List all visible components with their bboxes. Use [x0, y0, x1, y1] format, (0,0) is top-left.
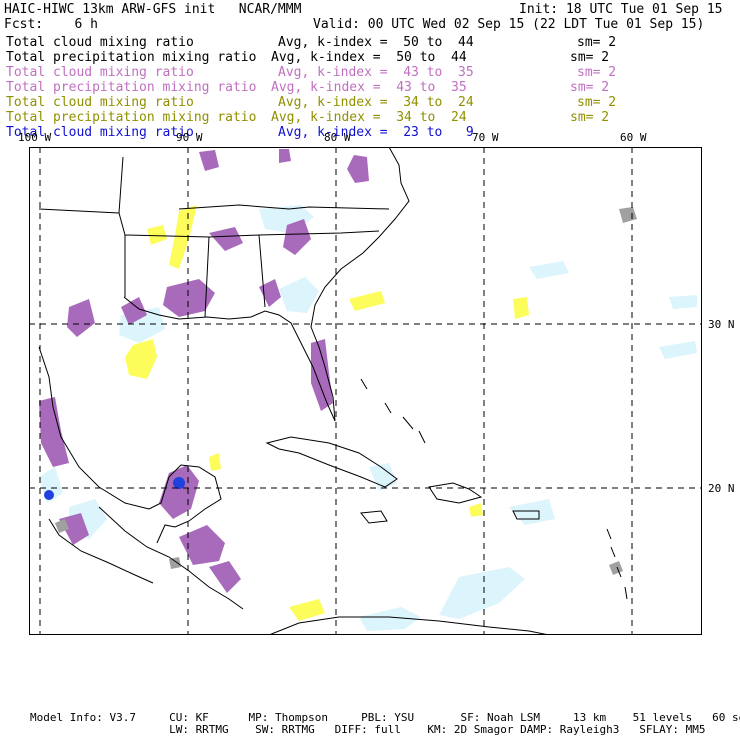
legend-stat-1: Avg, k-index = 50 to 44	[278, 35, 474, 50]
legend-stat-4: Avg, k-index = 43 to 35	[271, 80, 467, 95]
lon-label-60w: 60 W	[620, 131, 647, 144]
lon-label-70w: 70 W	[472, 131, 499, 144]
lon-label-80w: 80 W	[324, 131, 351, 144]
legend-stat-5: Avg, k-index = 34 to 24	[278, 95, 474, 110]
lat-label-20n: 20 N	[708, 482, 735, 495]
forecast-hour: Fcst: 6 h	[4, 17, 98, 32]
lat-lon-grid	[29, 147, 702, 635]
legend-name-5: Total cloud mixing ratio	[6, 95, 194, 110]
legend-stat-7: Avg, k-index = 23 to 9	[278, 125, 474, 140]
forecast-map	[29, 147, 702, 635]
lon-label-90w: 90 W	[176, 131, 203, 144]
lat-label-30n: 30 N	[708, 318, 735, 331]
legend-sm-5: sm= 2	[577, 95, 617, 110]
legend-stat-2: Avg, k-index = 50 to 44	[271, 50, 467, 65]
yellow-cloud-field	[125, 205, 529, 621]
plot-title: HAIC-HIWC 13km ARW-GFS init NCAR/MMM	[4, 2, 302, 17]
valid-time: Valid: 00 UTC Wed 02 Sep 15 (22 LDT Tue …	[313, 17, 705, 32]
coastlines	[38, 147, 628, 635]
init-time: Init: 18 UTC Tue 01 Sep 15	[519, 2, 723, 17]
map-frame	[29, 147, 702, 635]
legend-name-6: Total precipitation mixing ratio	[6, 110, 257, 125]
model-info-line2: LW: RRTMG SW: RRTMG DIFF: full KM: 2D Sm…	[30, 723, 706, 736]
legend-name-1: Total cloud mixing ratio	[6, 35, 194, 50]
legend-sm-6: sm= 2	[570, 110, 610, 125]
legend-sm-3: sm= 2	[577, 65, 617, 80]
legend-stat-6: Avg, k-index = 34 to 24	[271, 110, 467, 125]
legend-stat-3: Avg, k-index = 43 to 35	[278, 65, 474, 80]
lon-label-100w: 100 W	[18, 131, 52, 144]
legend-name-2: Total precipitation mixing ratio	[6, 50, 257, 65]
legend-name-3: Total cloud mixing ratio	[6, 65, 194, 80]
legend-name-4: Total precipitation mixing ratio	[6, 80, 257, 95]
legend-sm-1: sm= 2	[577, 35, 617, 50]
light-blue-cloud-field	[39, 205, 697, 631]
legend-sm-2: sm= 2	[570, 50, 610, 65]
legend-sm-4: sm= 2	[570, 80, 610, 95]
